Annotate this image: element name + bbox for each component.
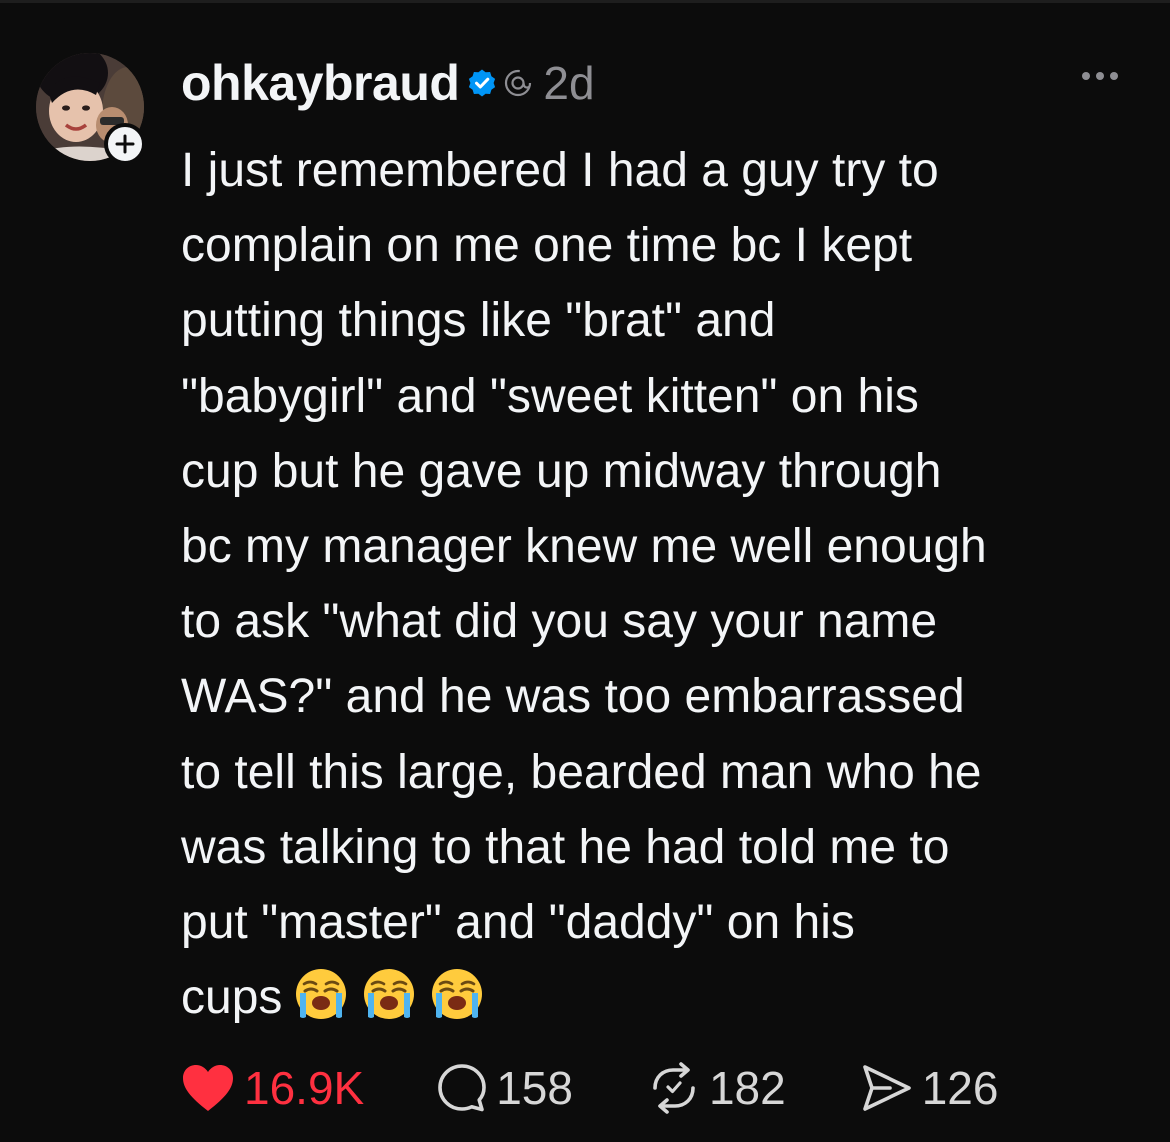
reply-count: 158	[496, 1062, 573, 1114]
follow-button[interactable]	[104, 123, 146, 165]
post-body-line: to ask "what did you say your name	[181, 595, 938, 649]
like-button[interactable]: 16.9K	[180, 1061, 364, 1115]
post-body-line: putting things like "brat" and	[181, 294, 776, 348]
author-avatar[interactable]	[36, 53, 146, 165]
post-body-line: complain on me one time bc I kept	[181, 219, 913, 273]
send-icon	[862, 1065, 911, 1111]
post-body-line: cup but he gave up midway through	[181, 444, 942, 498]
post-body-line: cups	[181, 971, 283, 1025]
username[interactable]: ohkaybraud	[181, 54, 460, 112]
post-body: I just remembered I had a guy try to com…	[181, 133, 1146, 1035]
verified-badge-icon	[467, 68, 497, 98]
heart-filled-icon	[183, 1065, 233, 1111]
share-button[interactable]: 126	[860, 1061, 999, 1115]
more-options-icon[interactable]	[1082, 72, 1118, 80]
top-divider	[0, 0, 1170, 3]
post-body-line: "babygirl" and "sweet kitten" on his	[181, 369, 919, 423]
repost-count: 182	[708, 1062, 786, 1114]
post-time: 2d	[543, 57, 595, 109]
repost-button[interactable]: 182	[647, 1061, 786, 1115]
like-count: 16.9K	[244, 1062, 365, 1114]
post-header: ohkaybraud 2d	[181, 52, 595, 114]
loudly-crying-face-icon	[296, 969, 347, 1020]
share-count: 126	[921, 1062, 999, 1114]
post-body-line: I just remembered I had a guy try to	[181, 144, 939, 197]
post-actions: 16.9K 158 182 126	[180, 1060, 998, 1116]
threads-activity-icon	[503, 68, 533, 98]
post-body-line: WAS?" and he was too embarrassed	[181, 670, 965, 724]
post-body-line: to tell this large, bearded man who he	[181, 745, 982, 799]
loudly-crying-face-icon	[364, 969, 415, 1020]
loudly-crying-face-icon	[432, 969, 483, 1020]
post-body-last-line: cups	[181, 960, 1146, 1035]
comment-icon	[438, 1064, 487, 1112]
repost-icon	[653, 1062, 695, 1114]
post-body-line: bc my manager knew me well enough	[181, 520, 987, 574]
post-body-line: put "master" and "daddy" on his	[181, 896, 855, 950]
post-body-line: was talking to that he had told me to	[181, 820, 950, 874]
reply-button[interactable]: 158	[436, 1061, 573, 1115]
plus-icon	[115, 134, 135, 154]
emoji-group	[294, 967, 484, 1021]
